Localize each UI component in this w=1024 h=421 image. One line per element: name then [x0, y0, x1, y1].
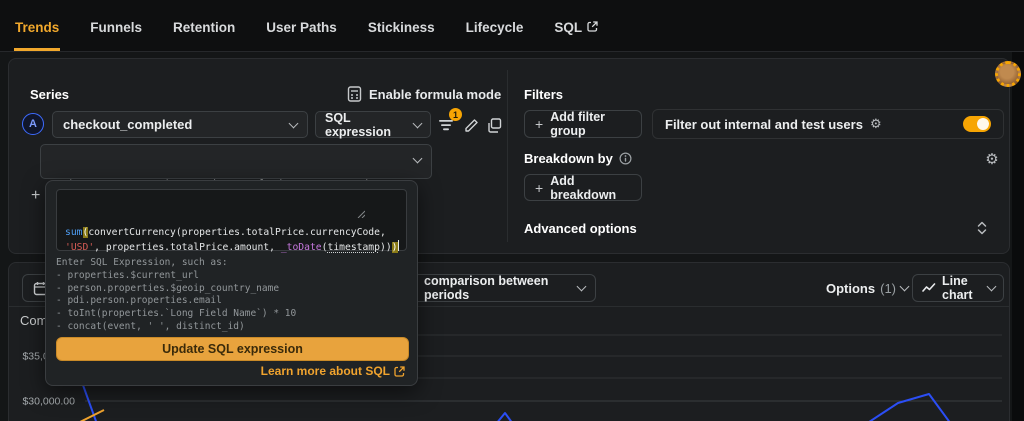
learn-more-label: Learn more about SQL — [261, 364, 390, 378]
calculator-icon — [347, 86, 362, 102]
tab-retention[interactable]: Retention — [172, 3, 236, 51]
sql-help-line: Enter SQL Expression, such as: — [56, 257, 296, 270]
filters-heading: Filters — [524, 87, 563, 102]
sql-help-line: - concat(event, ' ', distinct_id) — [56, 321, 296, 334]
comparison-select-value: comparison between periods — [424, 274, 570, 302]
breakdown-heading: Breakdown by — [524, 151, 613, 166]
enable-formula-mode-label: Enable formula mode — [369, 87, 501, 102]
panel-divider — [507, 70, 508, 242]
chevron-down-icon — [413, 154, 423, 164]
sql-code-line: sum(convertCurrency(properties.totalPric… — [65, 225, 398, 240]
options-button[interactable]: Options (1) — [816, 274, 908, 302]
resize-handle-icon[interactable] — [357, 180, 404, 248]
sql-help-text: Enter SQL Expression, such as:- properti… — [56, 257, 296, 334]
enable-formula-mode-button[interactable]: Enable formula mode — [347, 86, 501, 102]
add-breakdown-button[interactable]: + Add breakdown — [524, 174, 642, 201]
sql-help-line: - toInt(properties.`Long Field Name`) * … — [56, 308, 296, 321]
info-icon[interactable] — [619, 152, 632, 165]
add-series-button[interactable]: + — [31, 187, 40, 205]
comparison-select[interactable]: comparison between periods — [410, 274, 596, 302]
event-select-value: checkout_completed — [63, 117, 290, 132]
external-link-icon — [394, 366, 405, 377]
external-link-icon — [587, 20, 598, 35]
sql-code-line: 'USD', properties.totalPrice.amount, _to… — [65, 240, 398, 255]
tab-label: Retention — [173, 20, 235, 35]
series-heading: Series — [30, 87, 69, 102]
sql-help-line: - properties.$current_url — [56, 270, 296, 283]
plus-icon: + — [535, 180, 543, 196]
chart-type-select[interactable]: Line chart — [912, 274, 1004, 302]
internal-users-filter-panel: Filter out internal and test users ⚙ — [652, 109, 1004, 139]
chart-type-value: Line chart — [942, 274, 982, 302]
app-root: Trends Funnels Retention User Paths Stickine… — [0, 0, 1024, 421]
chevron-down-icon — [987, 282, 997, 292]
sql-expression-popup: sum(convertCurrency(properties.totalPric… — [45, 180, 418, 386]
duplicate-series-copy-icon[interactable] — [484, 115, 504, 135]
breakdown-settings-gear-icon[interactable]: ⚙ — [983, 150, 1001, 168]
tab-trends[interactable]: Trends — [14, 3, 60, 51]
chevron-down-icon — [289, 118, 299, 128]
tab-stickiness[interactable]: Stickiness — [367, 3, 436, 51]
gear-icon[interactable]: ⚙ — [870, 116, 882, 132]
tab-user-paths[interactable]: User Paths — [265, 3, 338, 51]
plus-icon: + — [535, 116, 543, 132]
page-edge — [1012, 52, 1024, 421]
math-select-value: SQL expression — [325, 111, 414, 139]
tab-lifecycle[interactable]: Lifecycle — [465, 3, 525, 51]
sql-help-line: - person.properties.$geoip_country_name — [56, 283, 296, 296]
advanced-options-collapse-icon[interactable] — [975, 219, 989, 237]
event-select[interactable]: checkout_completed — [52, 111, 308, 138]
chevron-down-icon — [413, 118, 423, 128]
options-label: Options — [826, 281, 875, 296]
tab-label: Lifecycle — [466, 20, 524, 35]
line-chart-icon — [922, 282, 936, 294]
series-a-badge[interactable]: A — [22, 113, 44, 135]
sql-code-editor[interactable]: sum(convertCurrency(properties.totalPric… — [56, 189, 407, 251]
user-avatar[interactable] — [995, 61, 1021, 87]
insight-tab-bar: Trends Funnels Retention User Paths Stickine… — [0, 0, 1024, 52]
tab-label: User Paths — [266, 20, 337, 35]
tab-label: Trends — [15, 20, 59, 35]
learn-more-sql-link[interactable]: Learn more about SQL — [261, 364, 405, 378]
internal-users-toggle[interactable] — [963, 116, 991, 132]
filter-count-badge: 1 — [449, 108, 462, 121]
sql-expression-display[interactable]: sum(convertCurrency(properties.totalPric… — [40, 144, 432, 179]
tab-label: SQL — [554, 20, 582, 35]
options-count: (1) — [880, 281, 896, 296]
tab-funnels[interactable]: Funnels — [89, 3, 143, 51]
tab-sql[interactable]: SQL — [553, 3, 599, 51]
chevron-down-icon — [577, 282, 587, 292]
advanced-options-heading: Advanced options — [524, 221, 637, 236]
math-select[interactable]: SQL expression — [315, 111, 431, 138]
edit-series-pencil-icon[interactable] — [461, 115, 481, 135]
internal-users-filter-label: Filter out internal and test users — [665, 117, 863, 132]
chevron-down-icon — [900, 282, 910, 292]
sql-help-line: - pdi.person.properties.email — [56, 295, 296, 308]
add-breakdown-label: Add breakdown — [550, 174, 631, 202]
tab-label: Stickiness — [368, 20, 435, 35]
tab-label: Funnels — [90, 20, 142, 35]
add-filter-group-button[interactable]: + Add filter group — [524, 110, 642, 138]
add-filter-group-label: Add filter group — [550, 110, 631, 138]
update-sql-expression-button[interactable]: Update SQL expression — [56, 337, 409, 361]
